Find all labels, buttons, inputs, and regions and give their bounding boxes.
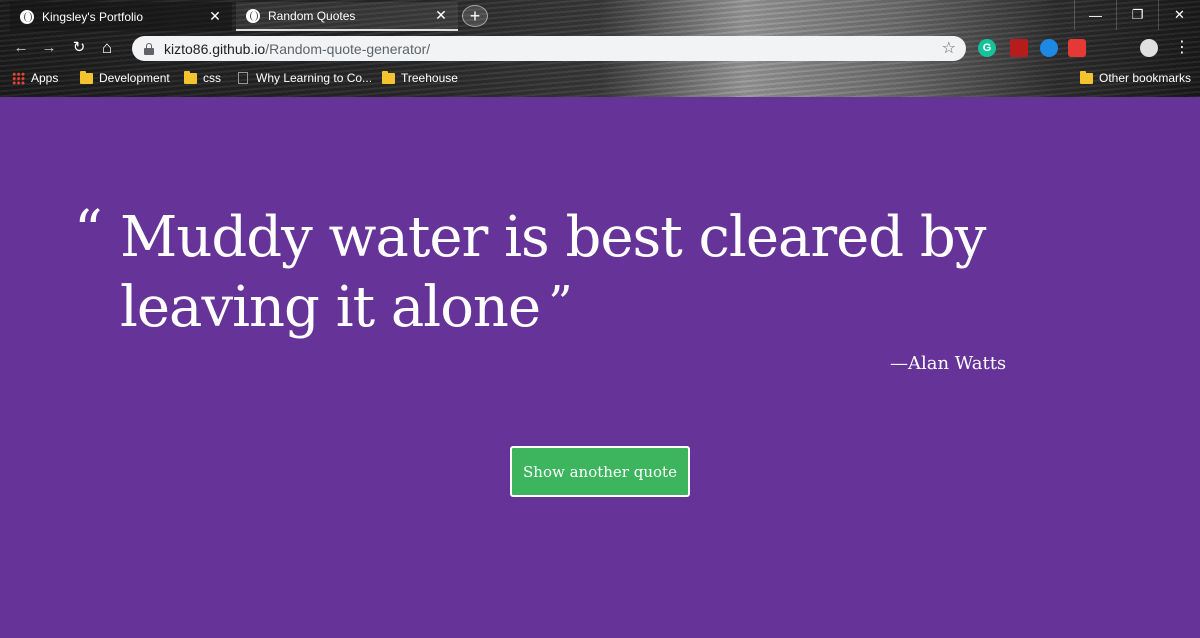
folder-icon [382,70,395,84]
close-window-button[interactable]: ✕ [1158,0,1200,30]
bookmark-why-learning[interactable]: Why Learning to Co... [238,71,372,85]
bookmark-star-icon[interactable]: ☆ [942,38,956,58]
close-icon[interactable]: ✕ [208,8,222,25]
apps-icon [12,71,25,85]
url-path: /Random-quote-generator/ [265,40,431,57]
back-button[interactable]: ← [10,37,32,59]
pdf-icon[interactable] [1010,39,1028,57]
tab-title: Kingsley's Portfolio [42,9,144,24]
address-bar[interactable]: kizto86.github.io/Random-quote-generator… [132,36,966,61]
home-button[interactable]: ⌂ [96,37,118,59]
lock-icon [144,42,154,55]
globe-icon [20,9,34,24]
bookmark-label: Treehouse [401,71,458,85]
tab-strip: Kingsley's Portfolio ✕ Random Quotes ✕ +… [0,0,1200,31]
bookmark-css[interactable]: css [184,70,221,85]
page-icon [238,72,248,84]
reload-button[interactable]: ↻ [68,37,90,59]
folder-icon [80,70,93,84]
bookmark-label: Apps [31,71,59,85]
printer-extension-icon[interactable] [1068,39,1086,57]
grammarly-icon[interactable]: G [978,39,996,57]
close-icon[interactable]: ✕ [434,7,448,24]
new-tab-button[interactable]: + [462,5,488,27]
tab-title: Random Quotes [268,8,356,23]
bookmark-development[interactable]: Development [80,70,170,85]
bookmark-label: Why Learning to Co... [256,71,373,85]
tab-random-quotes[interactable]: Random Quotes ✕ [236,2,458,31]
browser-chrome: Kingsley's Portfolio ✕ Random Quotes ✕ +… [0,0,1200,97]
open-quote-icon: “ [74,199,103,264]
bookmark-label: css [203,71,221,85]
bookmark-apps[interactable]: Apps [12,71,58,85]
menu-icon[interactable]: ⋮ [1174,37,1190,59]
bookmark-other[interactable]: Other bookmarks [1080,70,1192,85]
bookmark-treehouse[interactable]: Treehouse [382,70,458,85]
url-host: kizto86.github.io [164,40,266,57]
quote-author: —Alan Watts [890,353,1007,374]
quote-text-block: “Muddy water is best cleared by leaving … [74,199,1024,341]
tab-kingsleys-portfolio[interactable]: Kingsley's Portfolio ✕ [10,2,232,31]
globe-icon [246,8,260,23]
folder-icon [184,70,197,84]
bookmark-label: Other bookmarks [1099,71,1192,85]
window-controls: — ❐ ✕ [1074,0,1200,30]
quote-box: “Muddy water is best cleared by leaving … [74,199,1024,341]
minimize-button[interactable]: — [1074,0,1116,30]
blue-extension-icon[interactable] [1040,39,1058,57]
show-another-quote-button[interactable]: Show another quote [510,446,690,497]
bookmarks-bar: Apps Development css Why Learning to Co.… [0,66,1200,92]
close-quote-icon: ” [548,276,573,332]
forward-button[interactable]: → [38,37,60,59]
profile-avatar[interactable] [1140,39,1158,57]
restore-button[interactable]: ❐ [1116,0,1158,30]
folder-icon [1080,70,1093,84]
browser-toolbar: ← → ↻ ⌂ kizto86.github.io/Random-quote-g… [0,33,1200,63]
bookmark-label: Development [99,71,170,85]
